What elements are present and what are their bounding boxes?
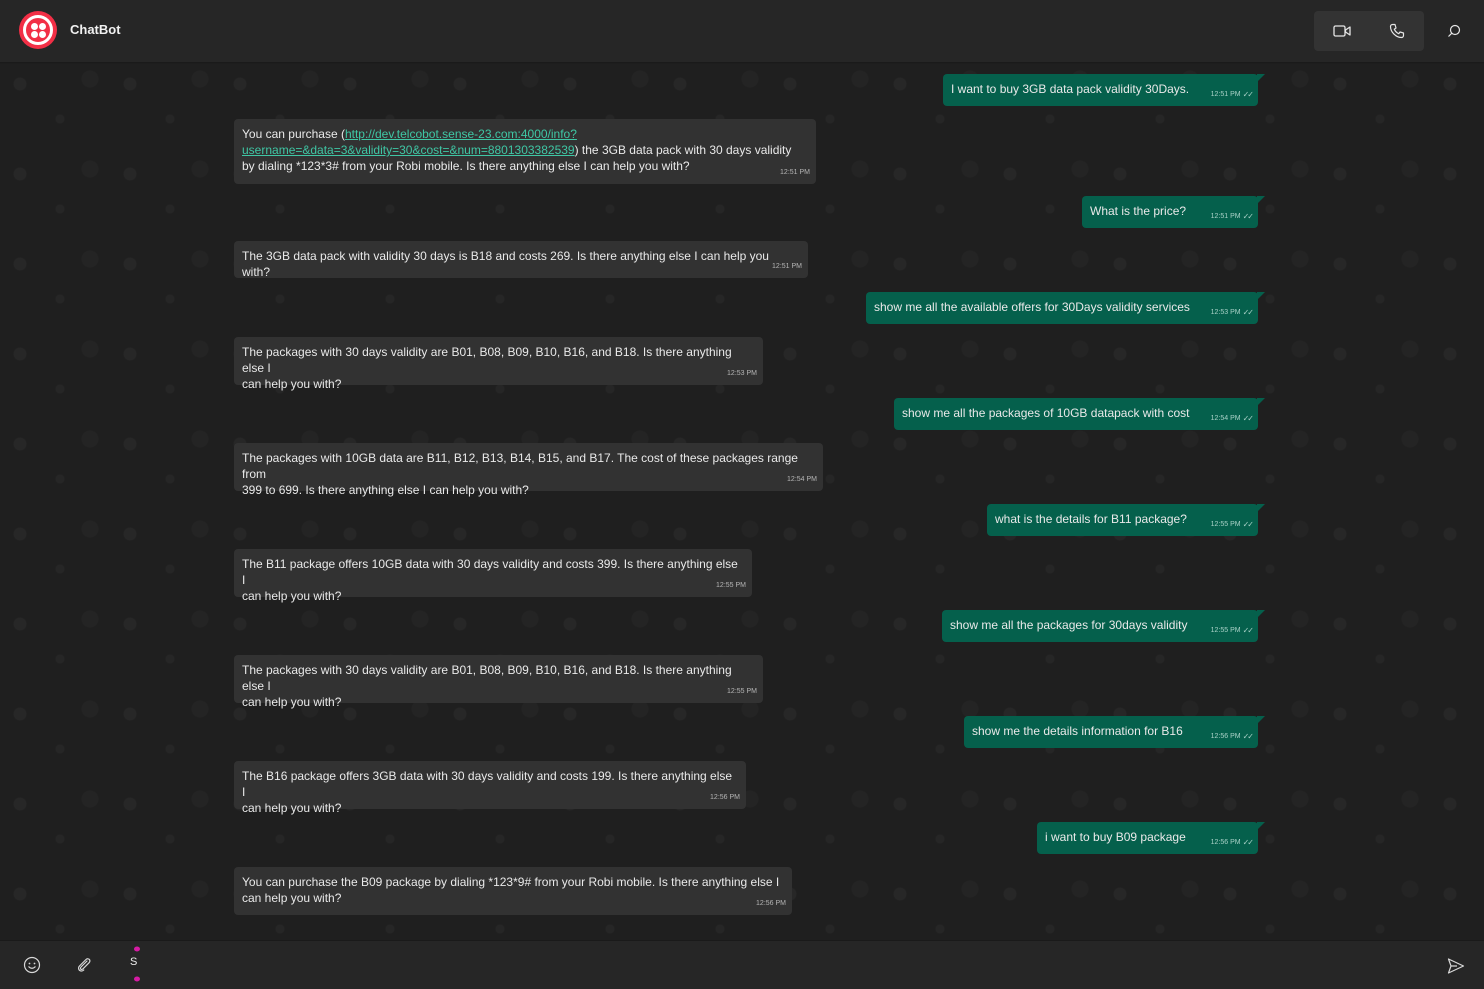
outgoing-message[interactable]: show me all the available offers for 30D…: [866, 292, 1265, 324]
message-text: The 3GB data pack with validity 30 days …: [242, 249, 769, 279]
message-text: can help you with?: [242, 695, 342, 709]
message-text: You can purchase the B09 package by dial…: [242, 875, 780, 889]
attachment-icon: [78, 958, 91, 972]
message-text: can help you with?: [242, 377, 342, 391]
message-text: You can purchase (: [242, 127, 345, 141]
incoming-message[interactable]: The packages with 30 days validity are B…: [234, 655, 763, 709]
message-time: 12:56 PM: [756, 900, 786, 907]
video-camera-icon: [1332, 25, 1351, 37]
message-time: 12:56 PM: [1210, 839, 1241, 846]
incoming-message[interactable]: The B11 package offers 10GB data with 30…: [234, 549, 752, 603]
message-text: can help you with?: [242, 801, 342, 815]
voice-call-button[interactable]: [1369, 11, 1424, 51]
phone-icon: [1389, 23, 1404, 39]
search-button[interactable]: [1440, 16, 1468, 46]
message-text: The B11 package offers 10GB data with 30…: [242, 557, 738, 587]
outgoing-message[interactable]: show me the details information for B16 …: [964, 716, 1265, 748]
read-receipt-icon: ✓✓: [1242, 90, 1254, 99]
message-text: The packages with 30 days validity are B…: [242, 345, 732, 375]
video-call-button[interactable]: [1314, 11, 1369, 51]
emoji-button[interactable]: [20, 953, 44, 977]
twilio-logo-icon: [23, 15, 53, 45]
chat-header: ChatBot: [0, 0, 1484, 63]
read-receipt-icon: ✓✓: [1242, 212, 1254, 221]
message-text: i want to buy B09 package: [1045, 830, 1186, 844]
message-text: 399 to 699. Is there anything else I can…: [242, 483, 529, 497]
message-text: show me all the available offers for 30D…: [874, 300, 1190, 314]
message-text: show me all the packages for 30days vali…: [950, 618, 1188, 632]
message-time: 12:53 PM: [727, 370, 757, 377]
outgoing-message[interactable]: show me all the packages of 10GB datapac…: [894, 398, 1265, 430]
chat-title[interactable]: ChatBot: [70, 22, 121, 37]
message-text: I want to buy 3GB data pack validity 30D…: [951, 82, 1190, 96]
outgoing-message[interactable]: I want to buy 3GB data pack validity 30D…: [943, 74, 1265, 106]
outgoing-message[interactable]: show me all the packages for 30days vali…: [942, 610, 1265, 642]
outgoing-message[interactable]: i want to buy B09 package 12:56 PM ✓✓: [1037, 822, 1265, 854]
chatbot-avatar[interactable]: [19, 11, 57, 49]
incoming-message[interactable]: You can purchase (http://dev.telcobot.se…: [234, 119, 816, 184]
incoming-message[interactable]: You can purchase the B09 package by dial…: [234, 867, 792, 915]
message-time: 12:54 PM: [787, 476, 817, 483]
message-time: 12:55 PM: [1210, 521, 1241, 528]
message-text: can help you with?: [242, 891, 342, 905]
emoji-icon: [23, 956, 41, 974]
incoming-message[interactable]: The packages with 30 days validity are B…: [234, 337, 763, 391]
outgoing-message[interactable]: what is the details for B11 package? 12:…: [987, 504, 1265, 536]
message-text: What is the price?: [1090, 204, 1187, 218]
message-time: 12:53 PM: [1210, 309, 1241, 316]
message-time: 12:51 PM: [1210, 91, 1241, 98]
read-receipt-icon: ✓✓: [1242, 838, 1254, 847]
message-time: 12:51 PM: [1210, 213, 1241, 220]
incoming-message[interactable]: The B16 package offers 3GB data with 30 …: [234, 761, 746, 815]
message-text: The packages with 30 days validity are B…: [242, 663, 732, 693]
read-receipt-icon: ✓✓: [1242, 414, 1254, 423]
message-text: show me all the packages of 10GB datapac…: [902, 406, 1190, 420]
read-receipt-icon: ✓✓: [1242, 626, 1254, 635]
search-icon: [1448, 24, 1461, 37]
message-time: 12:56 PM: [1210, 733, 1241, 740]
message-time: 12:51 PM: [772, 263, 802, 270]
message-time: 12:54 PM: [1210, 415, 1241, 422]
message-list[interactable]: I want to buy 3GB data pack validity 30D…: [0, 64, 1484, 940]
call-button-group: [1314, 11, 1424, 51]
grammarly-button[interactable]: S: [124, 945, 146, 983]
read-receipt-icon: ✓✓: [1242, 308, 1254, 317]
attach-button[interactable]: [72, 953, 96, 977]
grammarly-letter: S: [130, 956, 138, 968]
message-text: can help you with?: [242, 589, 342, 603]
message-time: 12:56 PM: [710, 794, 740, 801]
read-receipt-icon: ✓✓: [1242, 520, 1254, 529]
message-text: The packages with 10GB data are B11, B12…: [242, 451, 798, 481]
message-text: what is the details for B11 package?: [995, 512, 1187, 526]
read-receipt-icon: ✓✓: [1242, 732, 1254, 741]
message-time: 12:51 PM: [780, 169, 810, 176]
send-button[interactable]: [1443, 953, 1469, 979]
message-text: show me the details information for B16: [972, 724, 1183, 738]
incoming-message[interactable]: The 3GB data pack with validity 30 days …: [234, 241, 808, 279]
outgoing-message[interactable]: What is the price? 12:51 PM ✓✓: [1082, 196, 1265, 228]
send-icon: [1447, 958, 1465, 974]
message-text: The B16 package offers 3GB data with 30 …: [242, 769, 733, 799]
message-time: 12:55 PM: [727, 688, 757, 695]
message-time: 12:55 PM: [1210, 627, 1241, 634]
message-composer: S: [0, 940, 1484, 989]
incoming-message[interactable]: The packages with 10GB data are B11, B12…: [234, 443, 823, 497]
message-time: 12:55 PM: [716, 582, 746, 589]
